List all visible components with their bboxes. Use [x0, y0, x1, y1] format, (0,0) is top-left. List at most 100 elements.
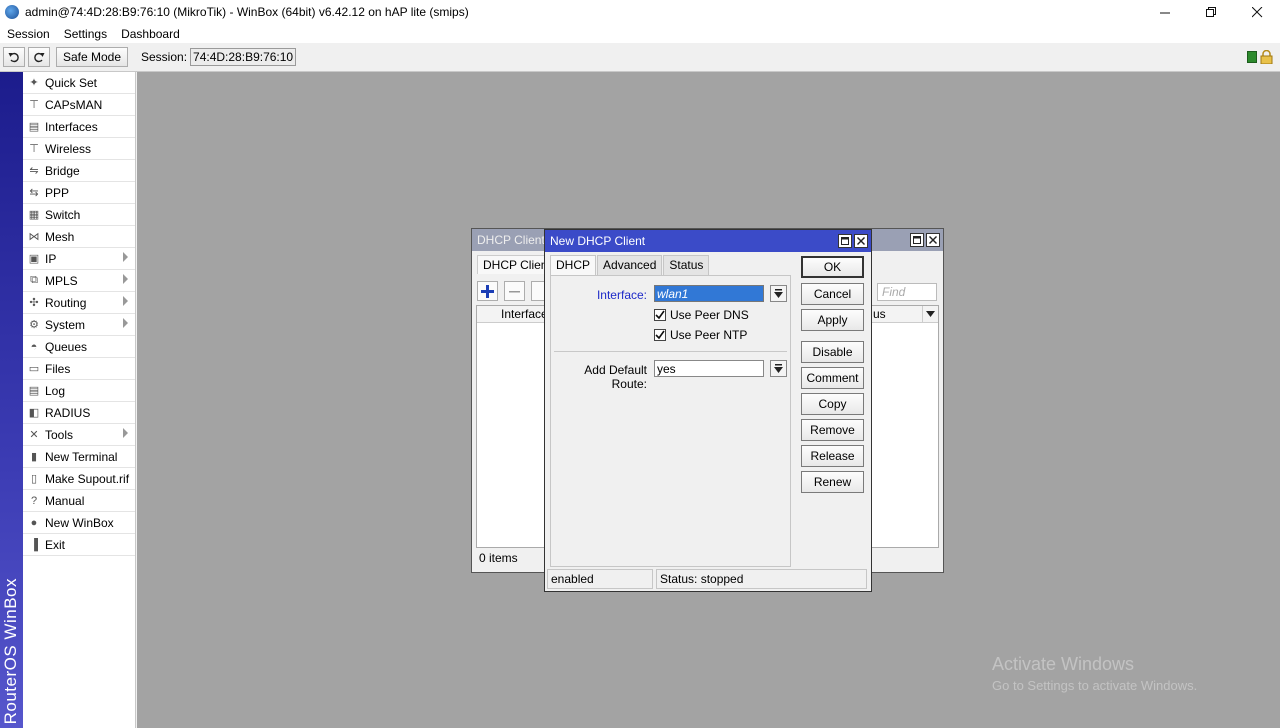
column-interface[interactable]: Interface [501, 307, 548, 321]
sidebar-item-queues[interactable]: ◓ Queues [23, 336, 135, 358]
mesh-icon: ⋈ [28, 231, 40, 243]
brand-bar: RouterOS WinBox [0, 72, 23, 728]
add-button[interactable] [477, 281, 498, 301]
divider [554, 351, 787, 352]
sidebar-item-interfaces[interactable]: ▤ Interfaces [23, 116, 135, 138]
undo-icon [8, 52, 19, 63]
submenu-arrow-icon [123, 252, 128, 262]
title-bar: admin@74:4D:28:B9:76:10 (MikroTik) - Win… [0, 0, 1280, 24]
sidebar-item-routing[interactable]: ✣ Routing [23, 292, 135, 314]
close-button[interactable] [926, 233, 940, 247]
session-label: Session: [141, 50, 188, 64]
chevron-down-icon [774, 289, 783, 298]
apply-button[interactable]: Apply [801, 309, 864, 331]
sidebar-item-system[interactable]: ⚙ System [23, 314, 135, 336]
dialog-title: New DHCP Client [550, 234, 646, 248]
remove-button[interactable]: Remove [801, 419, 864, 441]
sidebar-item-label: System [45, 317, 86, 332]
renew-button[interactable]: Renew [801, 471, 864, 493]
submenu-arrow-icon [123, 318, 128, 328]
dhcp-client-title: DHCP Client [477, 233, 545, 247]
sidebar-item-mpls[interactable]: ⧉ MPLS [23, 270, 135, 292]
sidebar-item-label: Routing [45, 295, 87, 310]
use-peer-dns-row: Use Peer DNS [654, 308, 749, 322]
enable-button[interactable] [531, 281, 545, 301]
sidebar-item-label: Mesh [45, 229, 75, 244]
close-icon [929, 236, 937, 244]
tab-advanced[interactable]: Advanced [597, 255, 663, 275]
find-input[interactable]: Find [877, 283, 937, 301]
sidebar-item-label: Make Supout.rif [45, 471, 130, 486]
tab-status[interactable]: Status [663, 255, 710, 275]
release-button[interactable]: Release [801, 445, 864, 467]
submenu-arrow-icon [123, 296, 128, 306]
window-title: admin@74:4D:28:B9:76:10 (MikroTik) - Win… [25, 5, 469, 19]
chevron-down-icon [926, 311, 935, 317]
default-route-select[interactable]: yes [654, 360, 764, 377]
sidebar-item-switch[interactable]: ▦ Switch [23, 204, 135, 226]
use-peer-ntp-row: Use Peer NTP [654, 328, 747, 342]
folder-icon: ▭ [28, 363, 40, 375]
use-peer-ntp-label: Use Peer NTP [670, 328, 748, 342]
sidebar-item-label: Manual [45, 493, 85, 508]
dialog-title-bar[interactable]: New DHCP Client [545, 230, 871, 252]
antenna-icon: ⊤ [29, 143, 39, 155]
maximize-button[interactable] [838, 234, 852, 248]
interface-select[interactable]: wlan1 [654, 285, 764, 302]
sidebar-item-tools[interactable]: ✕ Tools [23, 424, 135, 446]
copy-button[interactable]: Copy [801, 393, 864, 415]
sidebar-item-exit[interactable]: ▐ Exit [23, 534, 135, 556]
sidebar-item-mesh[interactable]: ⋈ Mesh [23, 226, 135, 248]
sidebar-item-quick-set[interactable]: ✦ Quick Set [23, 72, 135, 94]
sidebar-item-make-supout-rif[interactable]: ▯ Make Supout.rif [23, 468, 135, 490]
column-status[interactable]: us [873, 307, 886, 321]
sidebar-item-capsman[interactable]: ⊤ CAPsMAN [23, 94, 135, 116]
remove-button[interactable] [504, 281, 525, 301]
dhcp-tab-panel: Interface: wlan1 Use Peer DNS Use Peer N… [550, 275, 791, 567]
restore-button[interactable] [1188, 0, 1234, 24]
sidebar-item-new-terminal[interactable]: ▮ New Terminal [23, 446, 135, 468]
window-controls [1142, 0, 1280, 24]
sidebar-item-manual[interactable]: ? Manual [23, 490, 135, 512]
sidebar-item-new-winbox[interactable]: ● New WinBox [23, 512, 135, 534]
undo-button[interactable] [3, 47, 25, 67]
sidebar-item-label: New Terminal [45, 449, 118, 464]
network-card-icon: ▤ [28, 121, 40, 133]
use-peer-dns-checkbox[interactable] [654, 309, 666, 321]
close-button[interactable] [1234, 0, 1280, 24]
minimize-icon [1159, 12, 1170, 13]
exit-icon: ▐ [30, 538, 38, 551]
disable-button[interactable]: Disable [801, 341, 864, 363]
redo-button[interactable] [28, 47, 50, 67]
default-route-dropdown-button[interactable] [770, 360, 787, 377]
tab-dhcp[interactable]: DHCP [550, 255, 597, 275]
close-button[interactable] [854, 234, 868, 248]
maximize-button[interactable] [910, 233, 924, 247]
document-icon: ▯ [30, 473, 38, 485]
column-chooser-button[interactable] [922, 306, 938, 322]
interface-dropdown-button[interactable] [770, 285, 787, 302]
session-address-field[interactable]: 74:4D:28:B9:76:10 [190, 48, 297, 66]
sidebar-item-radius[interactable]: ◧ RADIUS [23, 402, 135, 424]
help-icon: ? [30, 494, 38, 507]
magic-wand-icon: ✦ [29, 77, 39, 89]
sidebar-item-log[interactable]: ▤ Log [23, 380, 135, 402]
sidebar-item-files[interactable]: ▭ Files [23, 358, 135, 380]
sidebar-item-bridge[interactable]: ⇋ Bridge [23, 160, 135, 182]
sidebar-item-wireless[interactable]: ⊤ Wireless [23, 138, 135, 160]
menu-session[interactable]: Session [0, 27, 57, 41]
menu-settings[interactable]: Settings [57, 27, 114, 41]
sidebar-item-label: Interfaces [45, 119, 98, 134]
default-route-label: Add Default Route: [584, 363, 647, 391]
minimize-button[interactable] [1142, 0, 1188, 24]
ok-button[interactable]: OK [801, 256, 864, 278]
comment-button[interactable]: Comment [801, 367, 864, 389]
cancel-button[interactable]: Cancel [801, 283, 864, 305]
sidebar-item-label: New WinBox [45, 515, 114, 530]
sidebar-item-ip[interactable]: ▣ IP [23, 248, 135, 270]
sidebar-item-ppp[interactable]: ⇆ PPP [23, 182, 135, 204]
use-peer-ntp-checkbox[interactable] [654, 329, 666, 341]
toolbar: Safe Mode Session: 74:4D:28:B9:76:10 [0, 43, 1280, 72]
safe-mode-button[interactable]: Safe Mode [56, 47, 128, 67]
menu-dashboard[interactable]: Dashboard [114, 27, 187, 41]
